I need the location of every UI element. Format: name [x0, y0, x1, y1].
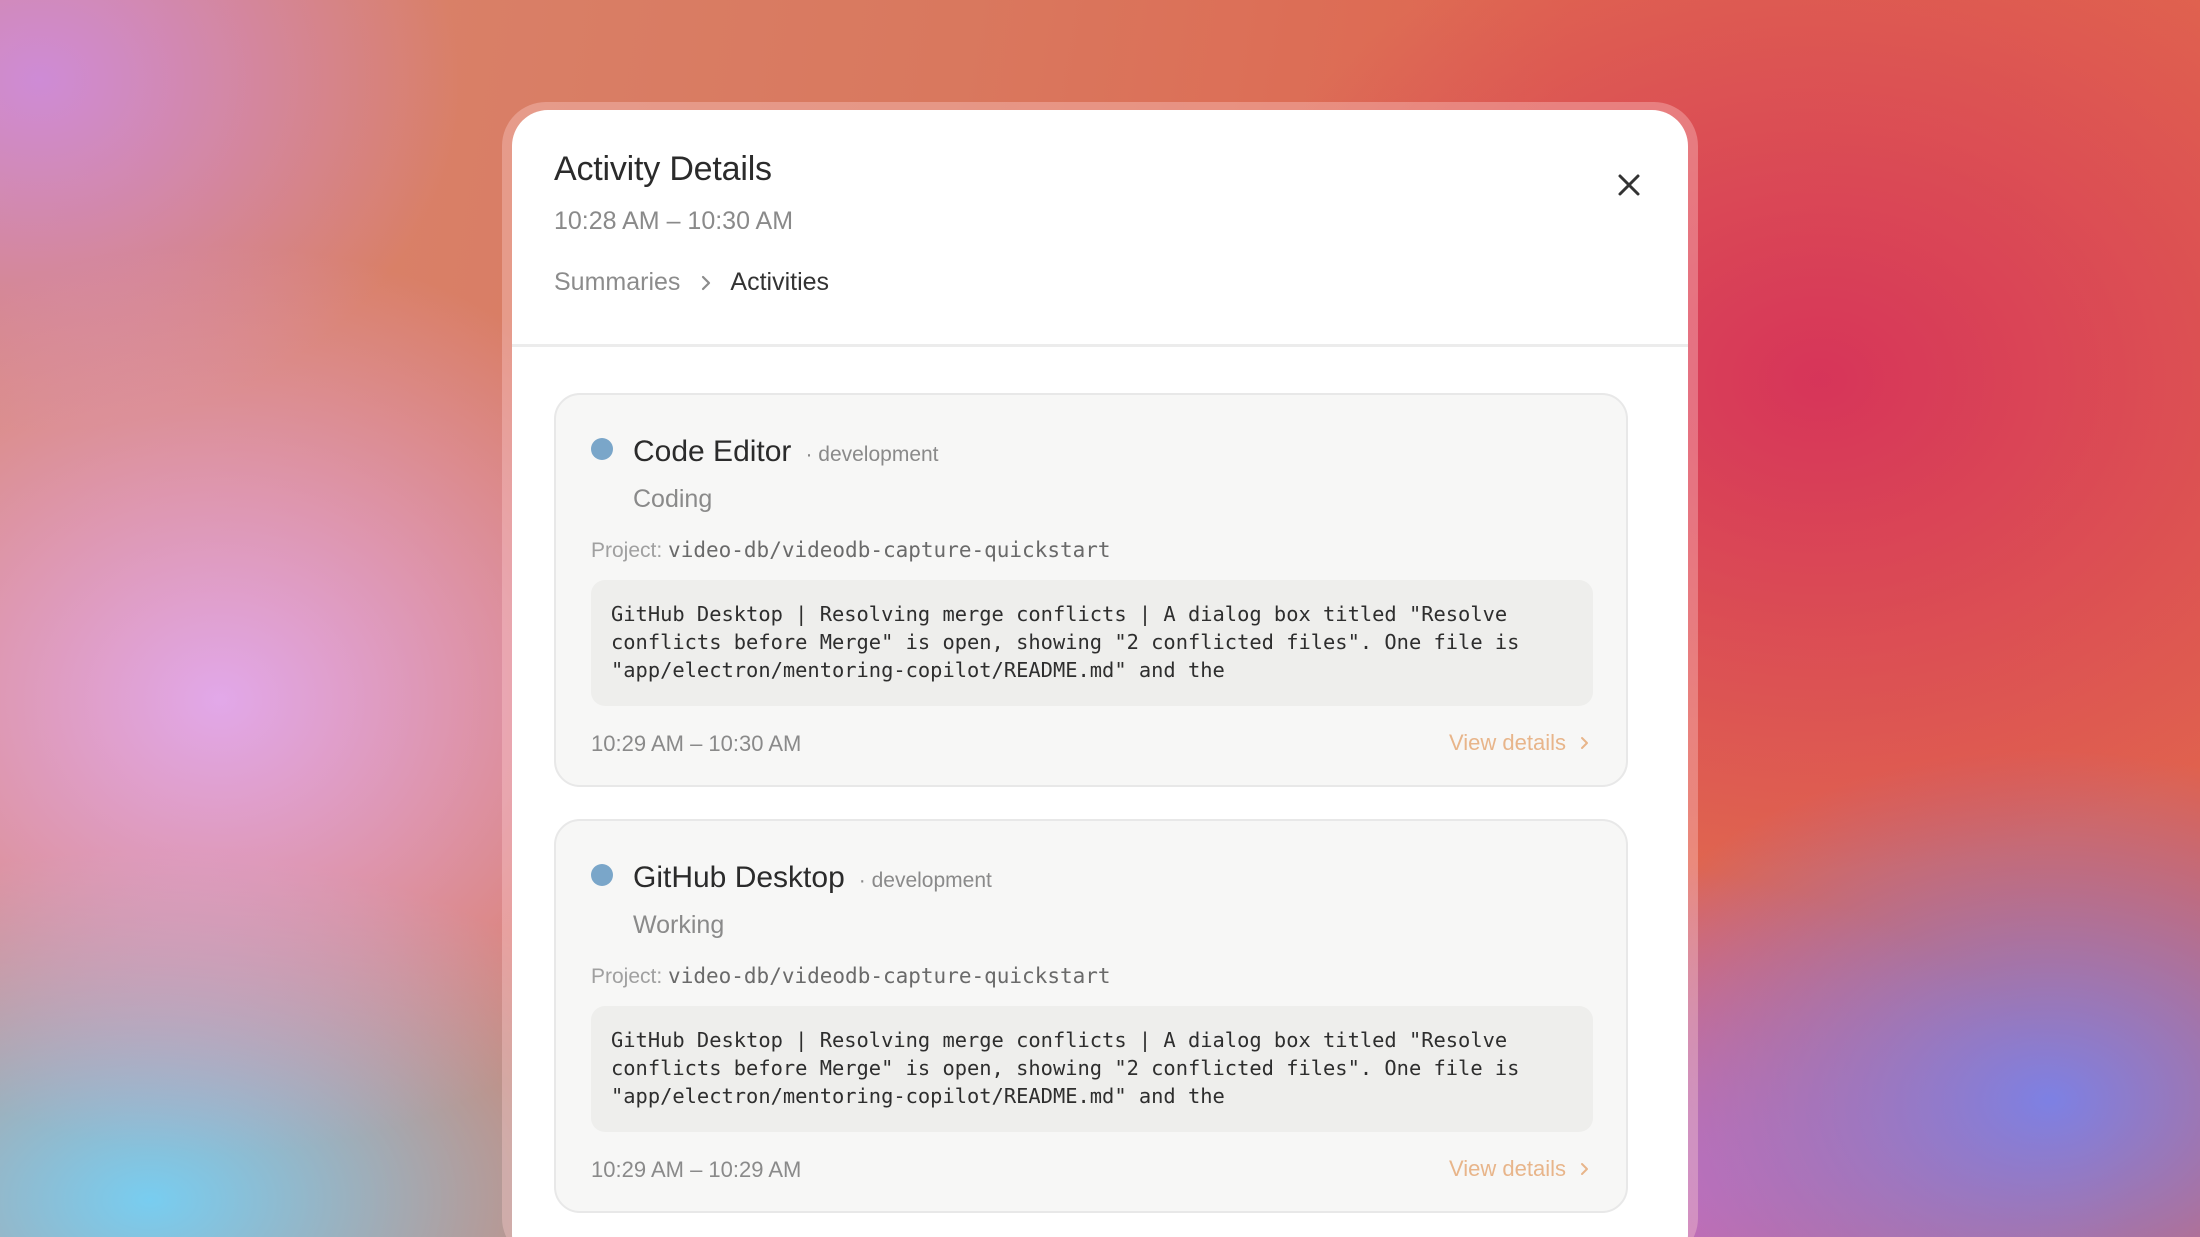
project-line: Project: video-db/videodb-capture-quicks…	[591, 538, 1111, 563]
view-details-link[interactable]: View details	[1449, 730, 1590, 756]
breadcrumb-summaries[interactable]: Summaries	[554, 268, 680, 297]
chevron-right-icon	[1580, 1161, 1590, 1177]
activity-card: Code Editor · development Coding Project…	[554, 393, 1628, 787]
app-category: · development	[858, 869, 992, 892]
dialog-title: Activity Details	[554, 150, 772, 188]
app-category: · development	[805, 443, 939, 466]
activity-description-box: GitHub Desktop | Resolving merge conflic…	[591, 580, 1593, 706]
close-button[interactable]	[1600, 156, 1658, 214]
time-range: 10:28 AM – 10:30 AM	[554, 207, 794, 235]
project-line: Project: video-db/videodb-capture-quicks…	[591, 964, 1111, 989]
project-label: Project:	[591, 965, 663, 988]
activity-app: Code Editor · development	[633, 435, 939, 469]
activity-app: GitHub Desktop · development	[633, 861, 992, 895]
view-details-label: View details	[1449, 730, 1566, 755]
breadcrumb: Summaries Activities	[554, 268, 829, 297]
view-details-label: View details	[1449, 1156, 1566, 1181]
desktop-background: Activity Details 10:28 AM – 10:30 AM Sum…	[0, 0, 2200, 1237]
activity-card: GitHub Desktop · development Working Pro…	[554, 819, 1628, 1213]
breadcrumb-activities: Activities	[730, 268, 830, 296]
activity-state: Coding	[633, 485, 713, 513]
app-name: GitHub Desktop	[633, 861, 845, 894]
activity-details-dialog: Activity Details 10:28 AM – 10:30 AM Sum…	[512, 110, 1688, 1237]
view-details-link[interactable]: View details	[1449, 1156, 1590, 1182]
status-dot	[591, 864, 613, 886]
status-dot	[591, 438, 613, 460]
activity-time: 10:29 AM – 10:30 AM	[591, 731, 802, 756]
project-label: Project:	[591, 539, 663, 562]
activity-time: 10:29 AM – 10:29 AM	[591, 1157, 802, 1182]
activity-description: GitHub Desktop | Resolving merge conflic…	[611, 602, 1520, 682]
activity-state: Working	[633, 911, 725, 939]
project-path: video-db/videodb-capture-quickstart	[668, 964, 1111, 988]
chevron-right-icon	[700, 274, 712, 292]
activity-description: GitHub Desktop | Resolving merge conflic…	[611, 1028, 1520, 1108]
project-path: video-db/videodb-capture-quickstart	[668, 538, 1111, 562]
activity-description-box: GitHub Desktop | Resolving merge conflic…	[591, 1006, 1593, 1132]
app-name: Code Editor	[633, 435, 792, 468]
close-icon	[1618, 174, 1640, 196]
dialog-header: Activity Details 10:28 AM – 10:30 AM Sum…	[512, 110, 1688, 347]
chevron-right-icon	[1580, 735, 1590, 751]
